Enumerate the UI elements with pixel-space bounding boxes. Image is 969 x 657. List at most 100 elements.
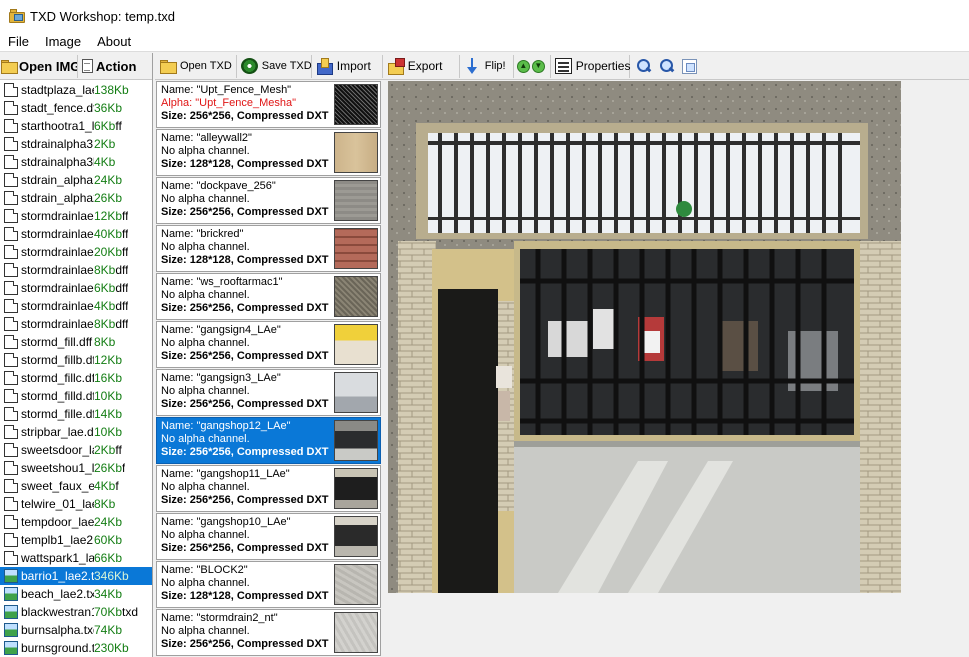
open-txd-button[interactable]: Open TXD — [155, 54, 237, 78]
file-name: blackwestran1_ — [21, 605, 94, 619]
file-row[interactable]: stormd_fille.dff 14Kb — [0, 405, 152, 423]
import-button[interactable]: Import — [312, 54, 383, 78]
file-name: stormd_filld.dff — [21, 389, 94, 403]
file-name: barrio1_lae2.txd — [21, 569, 94, 583]
document-icon — [4, 137, 18, 151]
document-icon — [4, 101, 18, 115]
file-row[interactable]: stormdrainlae2_40Kbff — [0, 225, 152, 243]
texture-item[interactable]: Name: "alleywall2" No alpha channel. Size:… — [156, 129, 381, 176]
file-extension-fragment: ff — [122, 227, 129, 241]
texture-size: Size: 128*128, Compressed DXT — [161, 590, 329, 602]
file-name: sweetshou1_lae — [21, 461, 94, 475]
texture-item[interactable]: Name: "Upt_Fence_Mesh" Alpha: "Upt_Fence_… — [156, 81, 381, 128]
file-row[interactable]: burnsground.txd230Kb — [0, 639, 152, 657]
texture-item[interactable]: Name: "gangsign3_LAe" No alpha channel. Si… — [156, 369, 381, 416]
file-size: 230Kb — [94, 641, 129, 655]
file-size: 40Kb — [94, 227, 123, 241]
texture-item[interactable]: Name: "stormdrain2_nt" No alpha channel. S… — [156, 609, 381, 656]
file-row[interactable]: stadtplaza_lae 138Kb — [0, 81, 152, 99]
texture-item[interactable]: Name: "ws_rooftarmac1" No alpha channel. S… — [156, 273, 381, 320]
file-row[interactable]: stormdrainlae2_12Kbff — [0, 207, 152, 225]
file-row[interactable]: stormd_fillb.dff 12Kb — [0, 351, 152, 369]
texture-thumbnail — [334, 420, 378, 461]
import-icon — [316, 58, 333, 75]
file-row[interactable]: sweetsdoor_lae2Kbff — [0, 441, 152, 459]
texture-info: Name: "BLOCK2" No alpha channel. Size: 128… — [161, 564, 336, 603]
file-row[interactable]: telwire_01_lae 8Kb — [0, 495, 152, 513]
file-size: 8Kb — [94, 317, 116, 331]
txd-image-icon — [4, 605, 18, 619]
file-name: stormdrainlae2_ — [21, 227, 94, 241]
properties-button[interactable]: Properties — [551, 54, 630, 78]
texture-alpha: No alpha channel. — [161, 385, 250, 397]
texture-size: Size: 256*256, Compressed DXT — [161, 206, 329, 218]
file-extension-fragment: dff — [115, 263, 129, 277]
move-up-icon[interactable]: ▲ — [516, 59, 530, 73]
open-img-button[interactable]: Open IMG — [0, 55, 77, 78]
file-row[interactable]: beach_lae2.txd34Kb — [0, 585, 152, 603]
document-icon — [4, 83, 18, 97]
file-row[interactable]: burnsalpha.txd 74Kb — [0, 621, 152, 639]
fit-size-icon[interactable] — [681, 58, 697, 74]
file-size: 74Kb — [94, 623, 123, 637]
file-row[interactable]: stormdrainlae2 8Kb dff — [0, 315, 152, 333]
texture-item[interactable]: Name: "gangshop12_LAe" No alpha channel. S… — [156, 417, 381, 464]
file-row[interactable]: sweet_faux_ent4Kbf — [0, 477, 152, 495]
file-name: stormdrainlae2 — [21, 299, 94, 313]
file-row[interactable]: barrio1_lae2.txd346Kb — [0, 567, 152, 585]
file-row[interactable]: stormd_filld.dff 10Kb — [0, 387, 152, 405]
file-size: 6Kb — [94, 119, 116, 133]
file-row[interactable]: templb1_lae2.col60Kb — [0, 531, 152, 549]
texture-item[interactable]: Name: "BLOCK2" No alpha channel. Size: 128… — [156, 561, 381, 608]
zoom-out-icon[interactable] — [659, 58, 675, 74]
file-row[interactable]: stormdrainlae2 8Kb dff — [0, 261, 152, 279]
texture-item[interactable]: Name: "dockpave_256" No alpha channel. Siz… — [156, 177, 381, 224]
file-row[interactable]: stripbar_lae.dff 10Kb — [0, 423, 152, 441]
file-row[interactable]: wattspark1_lae 66Kb — [0, 549, 152, 567]
texture-size: Size: 256*256, Compressed DXT — [161, 446, 329, 458]
texture-thumbnail — [334, 612, 378, 653]
menu-image[interactable]: Image — [37, 32, 89, 52]
save-txd-button[interactable]: Save TXD — [237, 54, 312, 78]
img-file-list[interactable]: stadtplaza_lae 138Kb stadt_fence.dff 36Kb st… — [0, 81, 152, 657]
properties-icon — [554, 58, 572, 74]
file-row[interactable]: stormd_fill.dff 8Kb — [0, 333, 152, 351]
file-row[interactable]: stdrain_alpha2 26Kb — [0, 189, 152, 207]
file-row[interactable]: stadt_fence.dff 36Kb — [0, 99, 152, 117]
file-row[interactable]: tempdoor_lae 24Kb — [0, 513, 152, 531]
texture-item[interactable]: Name: "brickred" No alpha channel. Size: 1… — [156, 225, 381, 272]
export-button[interactable]: Export — [383, 54, 460, 78]
file-size: 24Kb — [94, 515, 123, 529]
texture-item[interactable]: Name: "gangshop11_LAe" No alpha channel. S… — [156, 465, 381, 512]
document-icon — [4, 353, 18, 367]
file-row[interactable]: blackwestran1_70Kbtxd — [0, 603, 152, 621]
texture-list[interactable]: Name: "Upt_Fence_Mesh" Alpha: "Upt_Fence_… — [155, 81, 382, 657]
file-row[interactable]: stormdrainlae2 6Kb dff — [0, 279, 152, 297]
file-row[interactable]: stormdrainlae2 4Kb dff — [0, 297, 152, 315]
texture-thumbnail — [334, 372, 378, 413]
texture-preview-image — [388, 81, 901, 593]
file-row[interactable]: sweetshou1_lae26Kbf — [0, 459, 152, 477]
file-name: stormdrainlae2 — [21, 281, 94, 295]
file-extension-fragment: f — [122, 461, 126, 475]
file-row[interactable]: stdrainalpha3.col2Kb — [0, 135, 152, 153]
menu-file[interactable]: File — [0, 32, 37, 52]
file-row[interactable]: stdrain_alpha.col24Kb — [0, 171, 152, 189]
texture-info: Name: "gangshop12_LAe" No alpha channel. S… — [161, 420, 336, 459]
action-button[interactable]: Action — [77, 54, 149, 78]
texture-size: Size: 256*256, Compressed DXT — [161, 494, 329, 506]
texture-item[interactable]: Name: "gangsign4_LAe" No alpha channel. Si… — [156, 321, 381, 368]
file-row[interactable]: stormdrainlae2_20Kbff — [0, 243, 152, 261]
move-down-icon[interactable]: ▼ — [531, 59, 545, 73]
texture-size: Size: 256*256, Compressed DXT — [161, 638, 329, 650]
menu-about[interactable]: About — [89, 32, 139, 52]
zoom-in-icon[interactable] — [636, 58, 652, 74]
move-buttons-group: ▲ ▼ — [514, 54, 551, 78]
file-row[interactable]: starthootra1_lae6Kbff — [0, 117, 152, 135]
file-name: stormdrainlae2_ — [21, 209, 94, 223]
file-row[interactable]: stdrainalpha3b 4Kb — [0, 153, 152, 171]
texture-item[interactable]: Name: "gangshop10_LAe" No alpha channel. S… — [156, 513, 381, 560]
flip-button[interactable]: Flip! — [460, 54, 514, 78]
texture-size: Size: 128*128, Compressed DXT — [161, 158, 329, 170]
file-row[interactable]: stormd_fillc.dff 16Kb — [0, 369, 152, 387]
